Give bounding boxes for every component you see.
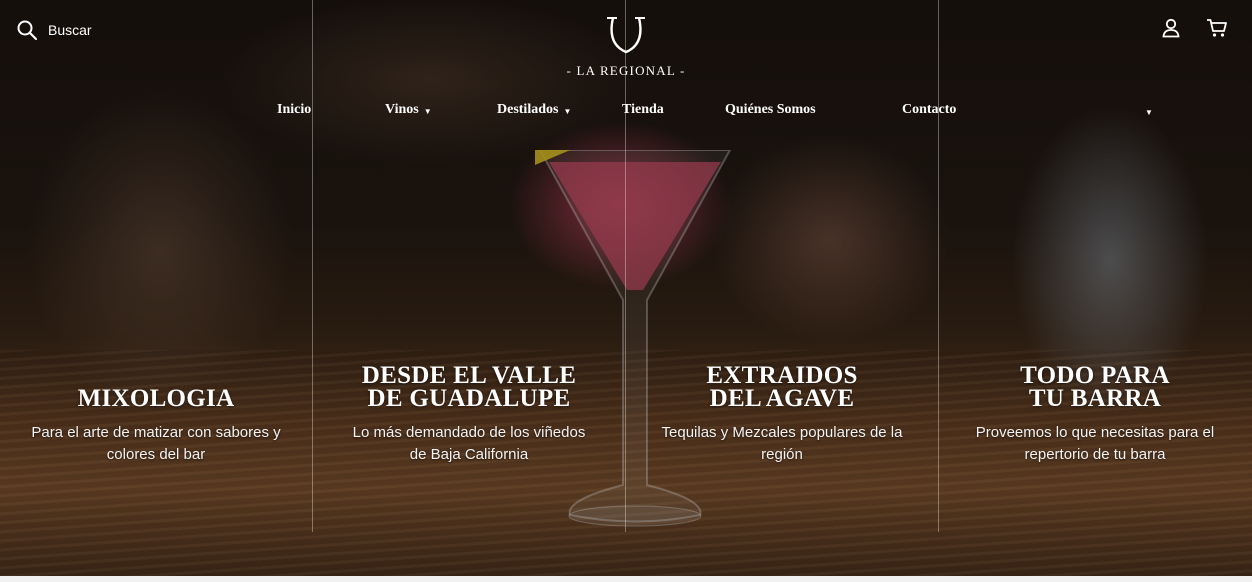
nav-vinos[interactable]: Vinos ▼ [385,102,432,118]
category-barra[interactable]: TODO PARA TU BARRA Proveemos lo que nece… [939,360,1251,466]
user-icon[interactable] [1162,18,1180,38]
category-description: Para el arte de matizar con sabores y co… [31,424,281,463]
search-icon [16,19,38,41]
category-agave[interactable]: EXTRAIDOS DEL AGAVE Tequilas y Mezcales … [626,360,938,466]
nav-tienda[interactable]: Tienda [622,102,664,118]
category-description: Tequilas y Mezcales populares de la regi… [661,424,903,463]
search-label: Buscar [48,22,92,38]
page-bottom-edge [0,576,1252,582]
category-vinos[interactable]: DESDE EL VALLE DE GUADALUPE Lo más deman… [313,360,625,466]
nav-label: Quiénes Somos [725,102,816,117]
chevron-down-icon: ▼ [423,106,432,116]
category-title: DESDE EL VALLE DE GUADALUPE [361,362,577,412]
hero-banner [0,0,1252,582]
nav-destilados[interactable]: Destilados ▼ [497,102,571,118]
category-description: Lo más demandado de los viñedos de Baja … [352,424,586,463]
chevron-down-icon: ▼ [563,106,572,116]
svg-text:R: R [619,37,633,59]
nav-label: Contacto [902,102,957,117]
nav-inicio[interactable]: Inicio [277,102,311,118]
nav-label: Inicio [277,102,312,117]
nav-label: Vinos [385,102,419,117]
nav-label: Tienda [622,102,664,117]
nav-quienes-somos[interactable]: Quiénes Somos [725,102,816,118]
category-title: MIXOLOGIA [77,385,235,412]
category-title: TODO PARA TU BARRA [1020,362,1170,412]
category-mixologia[interactable]: MIXOLOGIA Para el arte de matizar con sa… [0,360,312,466]
chevron-down-icon[interactable]: ▼ [1145,108,1153,117]
logo-text: - LA REGIONAL - [566,63,686,78]
dark-overlay [0,0,1252,582]
site-logo[interactable]: R - LA REGIONAL - [566,14,686,79]
cart-icon[interactable] [1206,18,1228,38]
nav-label: Destilados [497,102,559,117]
category-description: Proveemos lo que necesitas para el reper… [975,424,1215,463]
search-button[interactable]: Buscar [16,19,92,41]
nav-contacto[interactable]: Contacto [902,102,956,118]
category-title: EXTRAIDOS DEL AGAVE [706,362,858,412]
header-actions [1162,18,1228,38]
